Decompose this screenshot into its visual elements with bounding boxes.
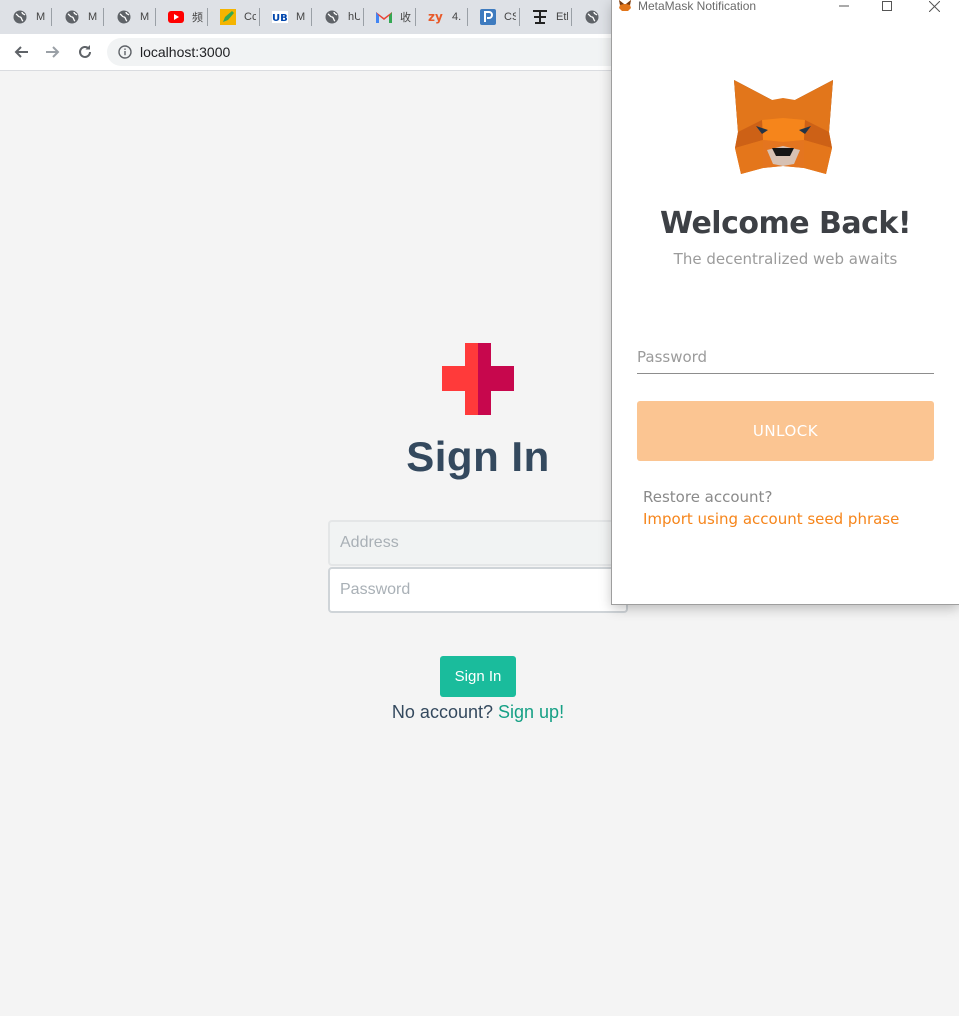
tab-label: M xyxy=(88,11,98,23)
p-icon xyxy=(480,9,496,25)
url-text: localhost:3000 xyxy=(140,44,231,60)
arrow-left-icon xyxy=(14,46,28,58)
tab-label: CS xyxy=(504,11,516,23)
globe-icon xyxy=(12,9,28,25)
tab-label: 4. xyxy=(452,11,462,23)
minimize-button[interactable] xyxy=(834,0,854,13)
pencil-icon xyxy=(220,9,236,25)
tab-label: M xyxy=(296,11,306,23)
arrow-right-icon xyxy=(46,46,60,58)
globe-icon xyxy=(64,9,80,25)
browser-tab[interactable]: CS xyxy=(468,0,520,34)
address-input[interactable] xyxy=(328,520,628,566)
metamask-app-icon xyxy=(619,0,631,11)
tab-label: Eth xyxy=(556,11,568,23)
reload-icon xyxy=(79,45,91,58)
zy-icon: zy xyxy=(428,9,444,25)
reload-button[interactable] xyxy=(75,42,95,62)
tab-label: hU xyxy=(348,11,360,23)
globe-icon xyxy=(584,9,600,25)
tab-label: Cc xyxy=(244,11,256,23)
signup-prompt: No account? Sign up! xyxy=(0,702,956,723)
svg-text:zy: zy xyxy=(428,10,443,24)
info-icon[interactable] xyxy=(118,45,132,59)
ub-icon: UB xyxy=(272,9,288,25)
restore-account-text: Restore account? xyxy=(643,488,773,506)
close-icon xyxy=(928,0,940,12)
browser-tab[interactable]: Cc xyxy=(208,0,260,34)
youtube-icon xyxy=(168,9,184,25)
browser-tab[interactable]: UB M xyxy=(260,0,312,34)
welcome-heading: Welcome Back! xyxy=(659,206,912,241)
globe-icon xyxy=(324,9,340,25)
signup-link[interactable]: Sign up! xyxy=(498,702,564,722)
signin-button[interactable]: Sign In xyxy=(440,656,516,697)
password-input[interactable] xyxy=(328,567,628,613)
import-seed-phrase-link[interactable]: Import using account seed phrase xyxy=(643,510,899,528)
back-button[interactable] xyxy=(11,42,31,62)
window-titlebar: MetaMask Notification xyxy=(612,0,959,14)
browser-tab[interactable]: M xyxy=(0,0,52,34)
browser-tab[interactable]: M xyxy=(104,0,156,34)
browser-tab[interactable]: M xyxy=(52,0,104,34)
tab-label: 频 xyxy=(192,12,203,24)
eth-icon xyxy=(532,9,548,25)
browser-tab[interactable]: 频 xyxy=(156,0,208,34)
close-button[interactable] xyxy=(924,0,944,13)
minimize-icon xyxy=(839,5,849,7)
window-title: MetaMask Notification xyxy=(638,0,757,13)
svg-text:UB: UB xyxy=(272,13,288,23)
tagline: The decentralized web awaits xyxy=(673,250,898,268)
metamask-password-input[interactable] xyxy=(637,341,934,374)
browser-tab[interactable]: zy 4. xyxy=(416,0,468,34)
browser-tab[interactable]: 收 xyxy=(364,0,416,34)
forward-button[interactable] xyxy=(43,42,63,62)
browser-tab[interactable]: Eth xyxy=(520,0,572,34)
tab-label: M xyxy=(140,11,150,23)
no-account-text: No account? xyxy=(391,702,493,722)
tab-label: 收 xyxy=(400,12,411,24)
metamask-notification-window: MetaMask Notification Welcome Back! The … xyxy=(612,0,959,604)
unlock-button[interactable]: UNLOCK xyxy=(637,401,934,461)
metamask-fox-logo xyxy=(734,80,833,174)
medical-cross-logo xyxy=(442,343,514,415)
browser-tab[interactable]: hU xyxy=(312,0,364,34)
gmail-icon xyxy=(376,9,392,25)
maximize-button[interactable] xyxy=(877,0,897,13)
globe-icon xyxy=(116,9,132,25)
tab-label: M xyxy=(36,11,46,23)
maximize-icon xyxy=(882,1,892,11)
